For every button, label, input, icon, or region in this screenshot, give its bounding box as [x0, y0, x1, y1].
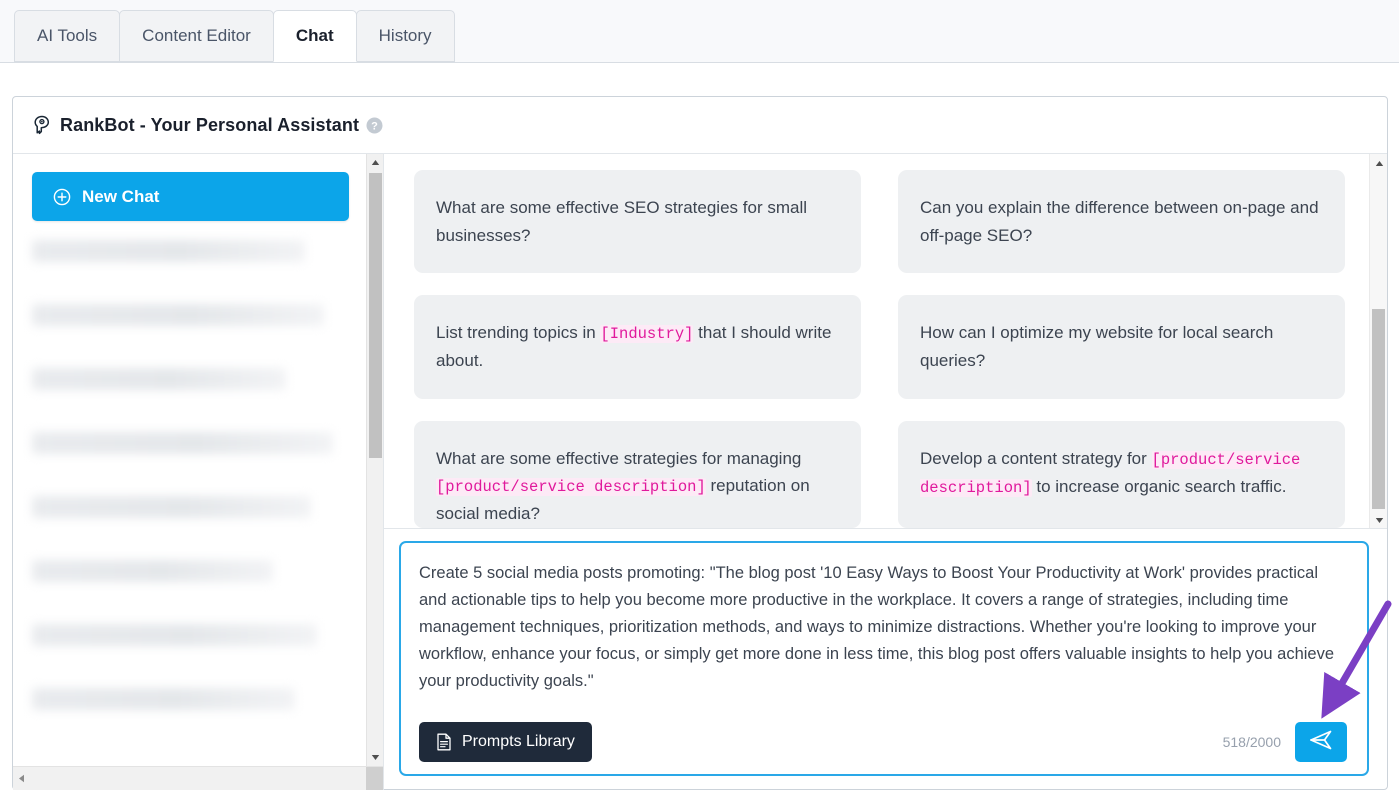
prompts-scroll-thumb[interactable]: [1372, 309, 1385, 509]
prompts-library-label: Prompts Library: [462, 733, 575, 750]
prompt-card[interactable]: Develop a content strategy for [product/…: [898, 420, 1345, 528]
paper-plane-icon: [1308, 728, 1334, 757]
suggested-prompts-grid: What are some effective SEO strategies f…: [384, 154, 1369, 528]
composer-area: Create 5 social media posts promoting: "…: [384, 529, 1387, 790]
robot-head-icon: [33, 115, 51, 135]
sidebar-content: New Chat: [13, 154, 366, 766]
list-item[interactable]: [32, 496, 311, 518]
help-circle-icon[interactable]: ?: [366, 117, 383, 134]
tab-label: Chat: [295, 26, 334, 45]
tab-label: Content Editor: [142, 26, 251, 45]
tab-label: History: [378, 26, 432, 45]
scroll-left-arrow-icon[interactable]: [13, 767, 30, 791]
list-item[interactable]: [32, 240, 305, 262]
sidebar-vertical-scrollbar[interactable]: [366, 154, 383, 766]
scroll-down-arrow-icon[interactable]: [1370, 511, 1387, 528]
sidebar-scroll-thumb[interactable]: [369, 173, 382, 458]
tab-chat[interactable]: Chat: [272, 10, 357, 62]
scrollbar-corner: [366, 767, 383, 790]
list-item[interactable]: [32, 688, 296, 710]
new-chat-button[interactable]: New Chat: [32, 172, 349, 221]
list-item[interactable]: [32, 368, 286, 390]
character-counter: 518/2000: [1222, 734, 1281, 750]
panel-header: RankBot - Your Personal Assistant ?: [13, 97, 1387, 154]
list-item[interactable]: [32, 624, 318, 646]
svg-text:?: ?: [371, 120, 378, 132]
tab-history[interactable]: History: [355, 10, 455, 62]
list-item[interactable]: [32, 432, 334, 454]
suggested-prompts-area: What are some effective SEO strategies f…: [384, 154, 1387, 529]
prompt-card[interactable]: What are some effective SEO strategies f…: [414, 170, 861, 274]
prompt-card[interactable]: List trending topics in [Industry] that …: [414, 295, 861, 399]
message-input[interactable]: Create 5 social media posts promoting: "…: [419, 560, 1347, 716]
chat-main: What are some effective SEO strategies f…: [384, 154, 1387, 790]
prompt-card[interactable]: How can I optimize my website for local …: [898, 295, 1345, 399]
panel-body: New Chat What are some effective SEO str…: [13, 154, 1387, 790]
tab-label: AI Tools: [37, 26, 98, 45]
prompt-card[interactable]: Can you explain the difference between o…: [898, 170, 1345, 274]
scroll-up-arrow-icon[interactable]: [1370, 154, 1387, 172]
list-item[interactable]: [32, 304, 324, 326]
sidebar-horizontal-scrollbar[interactable]: [13, 766, 383, 790]
tab-content-editor[interactable]: Content Editor: [119, 10, 274, 62]
message-input-container[interactable]: Create 5 social media posts promoting: "…: [399, 541, 1369, 776]
document-icon: [436, 733, 452, 751]
chat-panel: RankBot - Your Personal Assistant ? New …: [12, 96, 1388, 790]
tab-bar: AI Tools Content Editor Chat History: [0, 0, 1399, 63]
tab-ai-tools[interactable]: AI Tools: [14, 10, 121, 62]
scroll-down-arrow-icon[interactable]: [367, 749, 383, 766]
prompts-library-button[interactable]: Prompts Library: [419, 722, 592, 762]
composer-toolbar: Prompts Library 518/2000: [419, 716, 1347, 774]
prompt-card[interactable]: What are some effective strategies for m…: [414, 420, 861, 528]
prompt-placeholder-token: [Industry]: [600, 325, 694, 344]
new-chat-label: New Chat: [82, 186, 160, 206]
scroll-up-arrow-icon[interactable]: [367, 154, 383, 171]
chat-history-sidebar: New Chat: [13, 154, 384, 790]
plus-circle-icon: [53, 188, 71, 206]
send-button[interactable]: [1295, 722, 1347, 762]
list-item[interactable]: [32, 560, 273, 582]
prompts-vertical-scrollbar[interactable]: [1369, 154, 1387, 528]
prompt-placeholder-token: [product/service description]: [436, 478, 706, 497]
panel-title: RankBot - Your Personal Assistant: [60, 114, 360, 135]
chat-history-list: [32, 240, 349, 710]
